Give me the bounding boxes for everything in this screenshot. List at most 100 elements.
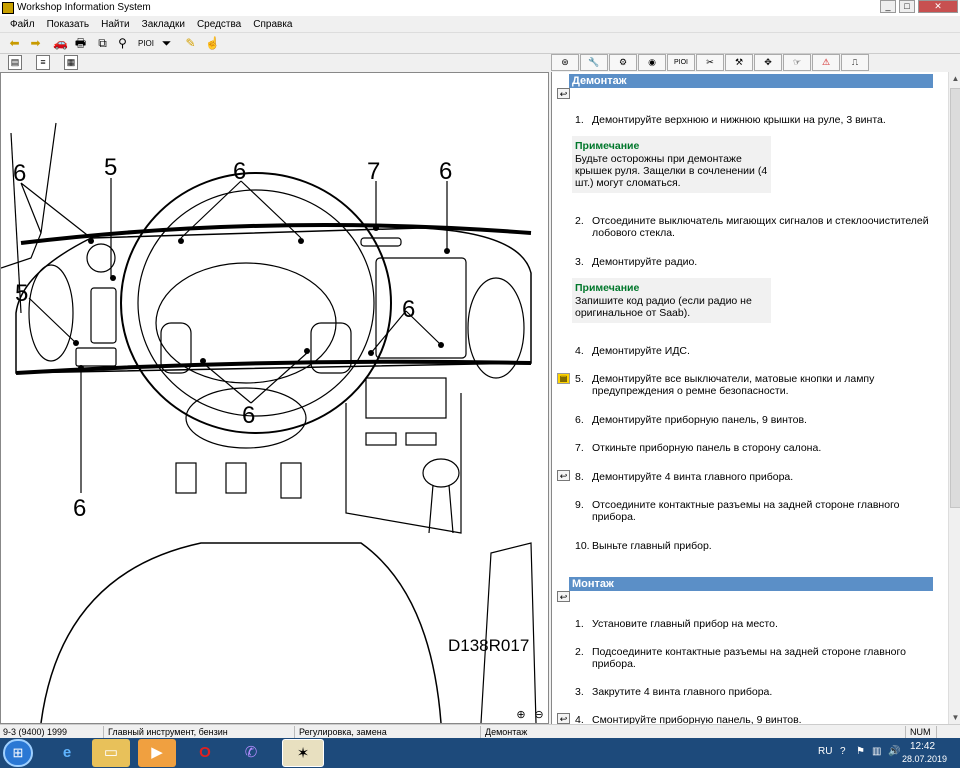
- zoom-out-icon[interactable]: ⊖: [531, 707, 547, 723]
- list-item: 3. Закрутите 4 винта главного прибора.: [575, 686, 935, 698]
- step-number: 6.: [575, 414, 584, 426]
- list-icon[interactable]: ≡: [36, 55, 50, 70]
- list-item: 10. Выньте главный прибор.: [575, 540, 935, 552]
- list-item: 4. Демонтируйте ИДС.: [575, 345, 935, 357]
- step-number: 1.: [575, 114, 584, 126]
- status-category: Регулировка, замена: [296, 726, 481, 738]
- tab-move-icon[interactable]: ✥: [754, 54, 782, 71]
- tab-wrench-icon[interactable]: 🔧: [580, 54, 608, 71]
- list-item: 6. Демонтируйте приборную панель, 9 винт…: [575, 414, 935, 426]
- step-number: 2.: [575, 215, 584, 227]
- wis-app-icon[interactable]: ✶: [282, 739, 324, 767]
- flag-icon[interactable]: ⚑: [856, 746, 865, 757]
- volume-icon[interactable]: 🔊: [888, 746, 900, 757]
- step-number: 4.: [575, 345, 584, 357]
- ie-icon[interactable]: e: [46, 739, 88, 767]
- instructions-content: Демонтаж ↩ 1. Демонтируйте верхнюю и ниж…: [552, 72, 948, 724]
- menu-file[interactable]: Файл: [4, 19, 41, 30]
- step-number: 1.: [575, 618, 584, 630]
- right-tab-strip: ⊛ 🔧 ⚙ ◉ PIOI ✂ ⚒ ✥ ☞ ⚠ ⎍: [551, 54, 960, 72]
- tab-pioi[interactable]: PIOI: [667, 54, 695, 71]
- callout-label: 5: [15, 280, 28, 307]
- pointer-icon[interactable]: ☝: [204, 35, 221, 52]
- status-bar: 9-3 (9400) 1999 Главный инструмент, бенз…: [0, 724, 960, 738]
- pioi-button[interactable]: PIOI: [136, 35, 156, 52]
- menu-tools[interactable]: Средства: [191, 19, 247, 30]
- scroll-thumb[interactable]: [950, 88, 960, 508]
- section-header-removal: Демонтаж: [569, 74, 933, 88]
- step-text: Демонтируйте 4 винта главного прибора.: [592, 471, 794, 483]
- app-icon: [2, 2, 14, 14]
- menu-bar: Файл Показать Найти Закладки Средства Сп…: [0, 16, 960, 33]
- return-icon[interactable]: ↩: [557, 713, 570, 724]
- media-player-icon[interactable]: ▶: [138, 739, 176, 767]
- viber-icon[interactable]: ✆: [230, 739, 272, 767]
- note-text: Будьте осторожны при демонтаже крышек ру…: [575, 153, 768, 189]
- clock-time[interactable]: 12:42: [910, 741, 935, 752]
- explorer-icon[interactable]: ▭: [92, 739, 130, 767]
- forward-arrow-icon[interactable]: ➡: [27, 35, 44, 52]
- title-bar: Workshop Information System _ □ ✕: [0, 0, 960, 16]
- start-button[interactable]: ⊞: [3, 739, 33, 767]
- step-number: 7.: [575, 442, 584, 454]
- car-icon[interactable]: 🚗: [52, 35, 69, 52]
- tab-gauge-icon[interactable]: ◉: [638, 54, 666, 71]
- reference-icon[interactable]: ▤: [557, 373, 570, 384]
- status-num: NUM: [907, 726, 937, 738]
- note-text: Запишите код радио (если радио не оригин…: [575, 295, 752, 319]
- step-text: Демонтируйте верхнюю и нижнюю крышки на …: [592, 114, 886, 126]
- tab-tools-icon[interactable]: ✂: [696, 54, 724, 71]
- language-indicator[interactable]: RU: [818, 746, 832, 757]
- binoculars-icon[interactable]: ⚲: [114, 35, 131, 52]
- callout-label: 6: [13, 160, 26, 187]
- tab-spanner-icon[interactable]: ⚒: [725, 54, 753, 71]
- help-icon[interactable]: ?: [840, 746, 846, 757]
- menu-help[interactable]: Справка: [247, 19, 298, 30]
- callout-label: 6: [402, 296, 415, 323]
- list-item: 8. Демонтируйте 4 винта главного прибора…: [575, 471, 935, 483]
- list-item: 1. Установите главный прибор на место.: [575, 618, 935, 630]
- step-text: Выньте главный прибор.: [592, 540, 712, 552]
- menu-bookmarks[interactable]: Закладки: [136, 19, 191, 30]
- list-item: 9. Отсоедините контактные разъемы на зад…: [575, 499, 935, 523]
- filter-icon[interactable]: ⏷: [158, 35, 175, 52]
- minimize-button[interactable]: _: [880, 0, 896, 13]
- zoom-in-icon[interactable]: ⊕: [513, 707, 529, 723]
- tab-engine-icon[interactable]: ⚙: [609, 54, 637, 71]
- window-title: Workshop Information System: [17, 2, 151, 13]
- tab-steering-icon[interactable]: ⊛: [551, 54, 579, 71]
- diagram-pane: 6 5 6 7 6 5 6 6 6 D138R017 ⊕ ⊖: [0, 72, 549, 724]
- opera-icon[interactable]: O: [184, 739, 226, 767]
- list-item: 2. Подсоедините контактные разъемы на за…: [575, 646, 935, 670]
- list-item: 2. Отсоедините выключатель мигающих сигн…: [575, 215, 935, 239]
- image-icon[interactable]: ▦: [64, 55, 78, 70]
- menu-view[interactable]: Показать: [41, 19, 96, 30]
- page-icon[interactable]: ▤: [8, 55, 22, 70]
- return-icon[interactable]: ↩: [557, 88, 570, 99]
- section-header-installation: Монтаж: [569, 577, 933, 591]
- tab-warning-icon[interactable]: ⚠: [812, 54, 840, 71]
- tab-part-icon[interactable]: ⎍: [841, 54, 869, 71]
- network-icon[interactable]: ▥: [872, 746, 881, 757]
- status-component: Главный инструмент, бензин: [105, 726, 295, 738]
- note-box: Примечание Запишите код радио (если ради…: [572, 278, 771, 323]
- tab-hand-icon[interactable]: ☞: [783, 54, 811, 71]
- scroll-up-icon[interactable]: ▲: [949, 72, 960, 85]
- back-arrow-icon[interactable]: ⬅: [6, 35, 23, 52]
- copy-icon[interactable]: ⧉: [94, 35, 111, 52]
- note-title: Примечание: [575, 140, 640, 152]
- menu-find[interactable]: Найти: [95, 19, 136, 30]
- callout-label: 7: [367, 158, 380, 185]
- maximize-button[interactable]: □: [899, 0, 915, 13]
- clock-date[interactable]: 28.07.2019: [902, 754, 947, 764]
- status-model: 9-3 (9400) 1999: [0, 726, 104, 738]
- close-button[interactable]: ✕: [918, 0, 958, 13]
- vertical-scrollbar[interactable]: ▲ ▼: [948, 72, 960, 724]
- return-icon[interactable]: ↩: [557, 591, 570, 602]
- highlighter-icon[interactable]: ✎: [182, 35, 199, 52]
- callout-label: 5: [104, 154, 117, 181]
- step-number: 10.: [575, 540, 590, 552]
- scroll-down-icon[interactable]: ▼: [949, 711, 960, 724]
- printer-icon[interactable]: 🖶: [72, 35, 89, 52]
- return-icon[interactable]: ↩: [557, 470, 570, 481]
